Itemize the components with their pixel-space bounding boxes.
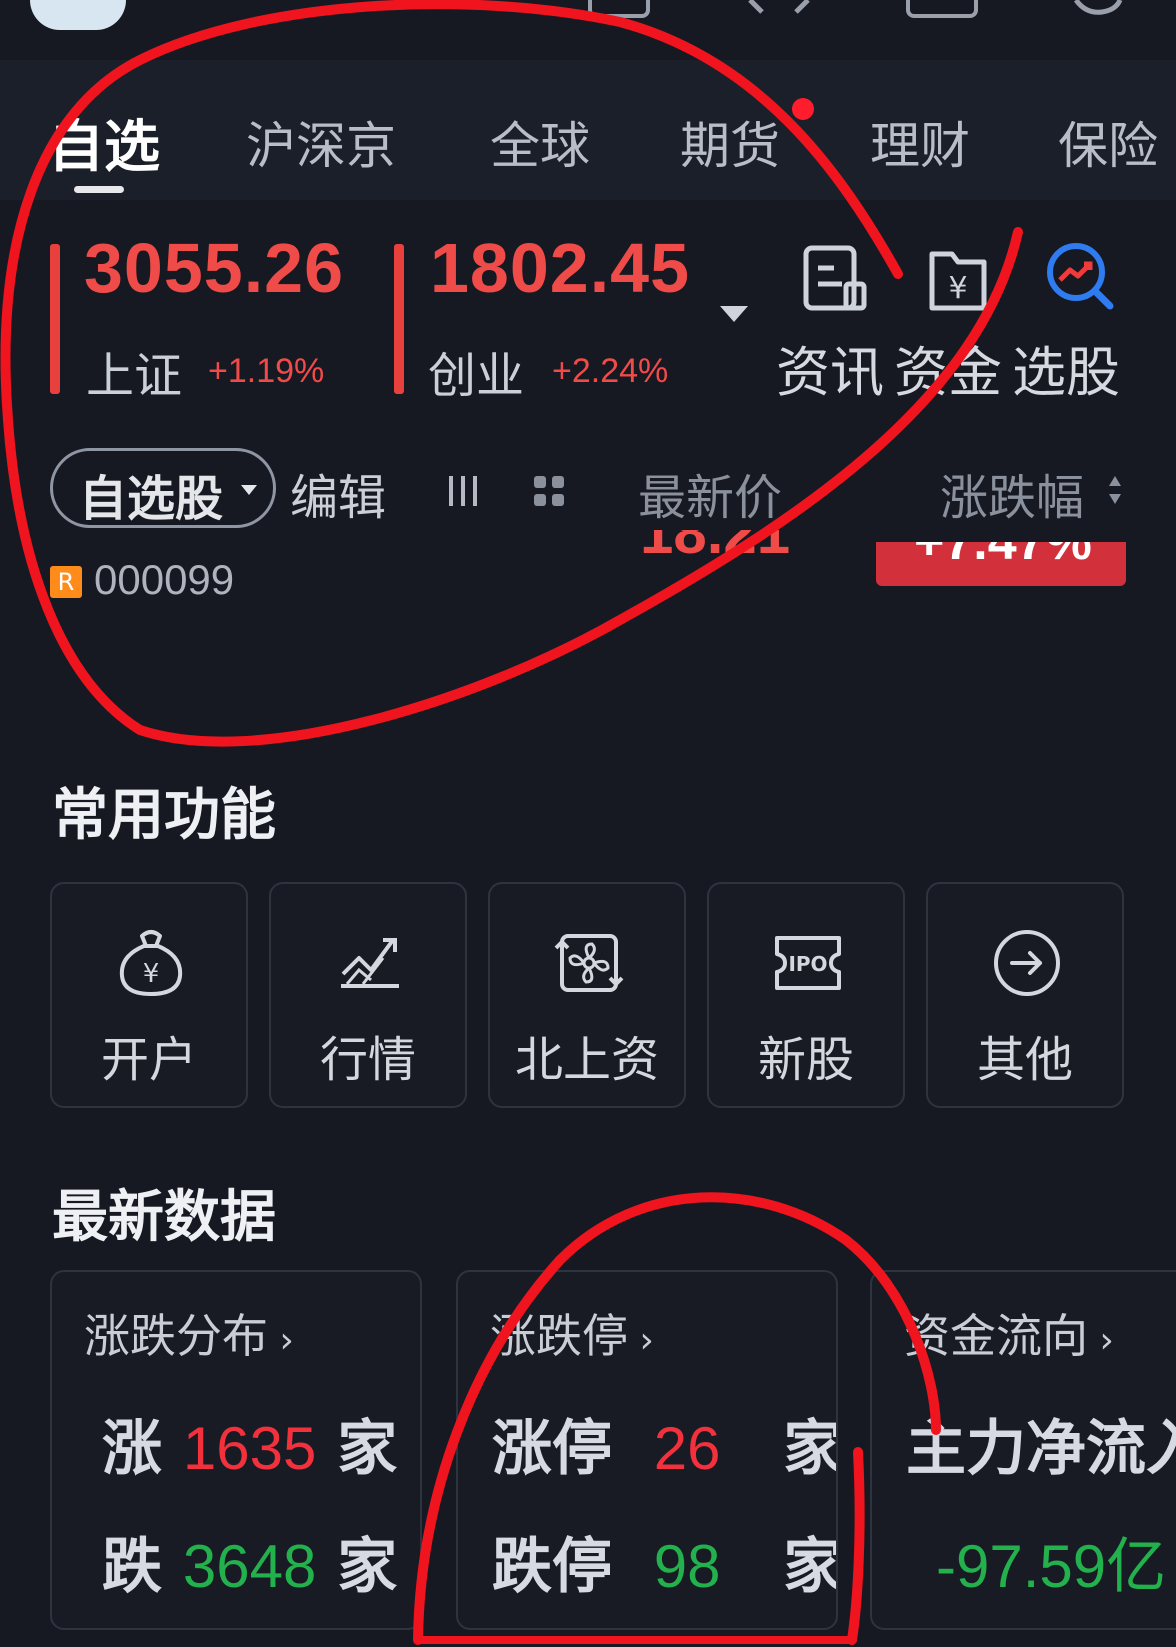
list-view-icon[interactable] xyxy=(446,474,480,508)
card-title: 涨跌停 › xyxy=(490,1309,654,1363)
card-limit-up-down[interactable]: 涨跌停 › 涨停 26 家 跌停 98 家 xyxy=(456,1270,838,1630)
fund-icon[interactable]: ¥ xyxy=(922,244,994,316)
func-open-account[interactable]: ¥ 开户 xyxy=(50,882,248,1108)
func-label: 其他 xyxy=(976,1032,1073,1088)
main-net-inflow-label: 主力净流入 xyxy=(906,1414,1176,1484)
limit-down-line: 跌停 98 家 xyxy=(492,1532,838,1602)
index-change: +1.19% xyxy=(208,352,325,390)
down-count-line: 跌 3648 家 xyxy=(102,1532,398,1602)
column-change-percent[interactable]: 涨跌幅 xyxy=(940,458,1084,528)
index-value: 1802.45 xyxy=(430,229,691,307)
margin-badge: R xyxy=(50,566,82,598)
watchlist-group-label: 自选股 xyxy=(79,471,224,527)
sort-icon[interactable] xyxy=(1108,472,1122,508)
limit-up-line: 涨停 26 家 xyxy=(492,1414,838,1484)
card-advance-decline[interactable]: 涨跌分布 › 涨 1635 家 跌 3648 家 xyxy=(50,1270,422,1630)
index-name: 上证 xyxy=(86,348,183,404)
person-icon[interactable] xyxy=(744,0,814,14)
func-other[interactable]: 其他 xyxy=(926,882,1124,1108)
tab-futures[interactable]: 期货 xyxy=(680,106,780,178)
app-screen: ✦5 自选 沪深京 全球 期货 理财 保险 3055.26 上证 +1.19% … xyxy=(0,0,1176,1647)
func-label: 新股 xyxy=(757,1032,854,1088)
stock-code: 000099 xyxy=(94,556,235,603)
section-title-latest-data: 最新数据 xyxy=(52,1185,276,1250)
svg-text:¥: ¥ xyxy=(143,959,160,989)
hk-connect-icon xyxy=(554,934,624,992)
column-latest-price[interactable]: 最新价 xyxy=(638,458,782,528)
search-icon[interactable] xyxy=(1070,0,1130,16)
stock-change-badge: +7.47% xyxy=(876,542,1126,586)
stock-screener-icon[interactable] xyxy=(1044,240,1116,312)
money-bag-icon: ¥ xyxy=(119,930,183,996)
tab-wealth[interactable]: 理财 xyxy=(870,106,970,178)
window-icon[interactable] xyxy=(906,0,978,18)
func-label: 开户 xyxy=(100,1032,197,1088)
ipo-ticket-icon: IPO xyxy=(775,936,841,990)
card-title: 涨跌分布 › xyxy=(84,1309,294,1363)
up-count-line: 涨 1635 家 xyxy=(102,1414,398,1484)
svg-text:¥: ¥ xyxy=(948,271,967,306)
section-title-common-functions: 常用功能 xyxy=(52,783,276,848)
trend-chart-icon xyxy=(341,938,399,988)
index-value: 3055.26 xyxy=(84,229,345,307)
active-tab-indicator xyxy=(74,186,124,193)
tab-watchlist[interactable]: 自选 xyxy=(48,102,160,183)
quick-link-screener[interactable]: 选股 xyxy=(1012,328,1120,407)
avatar[interactable]: ✦5 xyxy=(30,0,126,30)
func-label: 行情 xyxy=(319,1032,416,1088)
tab-insurance[interactable]: 保险 xyxy=(1058,106,1158,178)
arrow-right-circle-icon xyxy=(994,930,1060,996)
chevron-down-icon xyxy=(241,485,257,495)
grid-view-icon[interactable] xyxy=(532,474,566,508)
index-name: 创业 xyxy=(428,348,525,404)
notification-dot xyxy=(792,98,814,120)
index-change: +2.24% xyxy=(552,352,669,390)
top-bar: ✦5 xyxy=(0,0,1176,58)
main-net-inflow-value: -97.59亿 xyxy=(936,1533,1167,1600)
watchlist-group-selector[interactable]: 自选股 xyxy=(50,448,276,528)
tab-global[interactable]: 全球 xyxy=(490,106,590,178)
stock-price: 18.21 xyxy=(640,530,790,566)
card-fund-flow[interactable]: 资金流向 › 主力净流入 -97.59亿 xyxy=(870,1270,1176,1630)
edit-button[interactable]: 编辑 xyxy=(290,458,386,528)
news-icon[interactable] xyxy=(800,244,872,316)
message-icon[interactable] xyxy=(588,0,650,18)
func-ipo[interactable]: IPO 新股 xyxy=(707,882,905,1108)
card-title: 资金流向 › xyxy=(904,1309,1114,1363)
index-bar xyxy=(50,244,60,394)
func-northbound[interactable]: 北上资 xyxy=(488,882,686,1108)
index-dropdown-icon[interactable] xyxy=(720,306,748,322)
quick-link-fund[interactable]: 资金 xyxy=(894,328,1002,407)
index-bar xyxy=(394,244,404,394)
func-label: 北上资 xyxy=(514,1032,659,1088)
svg-text:IPO: IPO xyxy=(788,952,827,976)
func-market[interactable]: 行情 xyxy=(269,882,467,1108)
tab-a-share[interactable]: 沪深京 xyxy=(246,106,396,178)
quick-link-news[interactable]: 资讯 xyxy=(776,328,884,407)
